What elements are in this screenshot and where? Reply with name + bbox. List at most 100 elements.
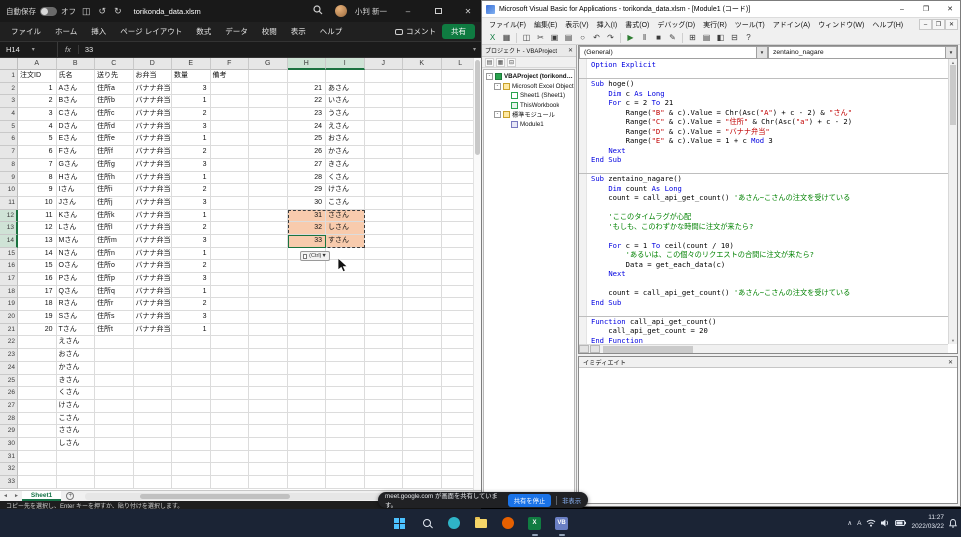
cell-D25[interactable]	[134, 375, 173, 388]
add-sheet-button[interactable]: +	[66, 492, 74, 500]
cell-B6[interactable]: Eさん	[57, 133, 96, 146]
cell-G33[interactable]	[249, 476, 288, 489]
row-header-22[interactable]: 22	[0, 336, 18, 349]
cell-G6[interactable]	[249, 133, 288, 146]
cell-B31[interactable]	[57, 451, 96, 464]
paste-options-button[interactable]: (Ctrl)▼	[300, 251, 330, 261]
cell-D20[interactable]: バナナ弁当	[134, 311, 173, 324]
row-header-29[interactable]: 29	[0, 425, 18, 438]
run-icon[interactable]: ▶	[624, 32, 637, 44]
cell-D23[interactable]	[134, 349, 173, 362]
cell-E31[interactable]	[172, 451, 211, 464]
cell-B25[interactable]: きさん	[57, 375, 96, 388]
cell-F27[interactable]	[211, 400, 250, 413]
row-header-15[interactable]: 15	[0, 248, 18, 261]
view-object-icon[interactable]: ▦	[496, 58, 505, 67]
cell-F16[interactable]	[211, 260, 250, 273]
cell-J12[interactable]	[365, 210, 404, 223]
cell-F10[interactable]	[211, 184, 250, 197]
cell-G31[interactable]	[249, 451, 288, 464]
redo-icon[interactable]: ↷	[604, 32, 617, 44]
chevron-down-icon[interactable]: ▾	[32, 46, 35, 53]
minimize-button[interactable]: –	[395, 0, 421, 22]
cell-H27[interactable]	[288, 400, 327, 413]
cell-C25[interactable]	[95, 375, 134, 388]
cell-D32[interactable]	[134, 463, 173, 476]
cell-D10[interactable]: バナナ弁当	[134, 184, 173, 197]
cell-A16[interactable]: 15	[18, 260, 57, 273]
cell-E10[interactable]: 2	[172, 184, 211, 197]
tray-caret-icon[interactable]: ∧	[847, 519, 852, 527]
cell-G7[interactable]	[249, 146, 288, 159]
cell-G3[interactable]	[249, 95, 288, 108]
menu-ファイル(F)[interactable]: ファイル(F)	[485, 20, 530, 30]
cell-D19[interactable]: バナナ弁当	[134, 298, 173, 311]
fx-icon[interactable]: fx	[58, 45, 79, 54]
cell-G29[interactable]	[249, 425, 288, 438]
notifications-bell-icon[interactable]	[949, 519, 957, 528]
cell-B28[interactable]: こさん	[57, 413, 96, 426]
cell-K30[interactable]	[403, 438, 442, 451]
cell-F6[interactable]	[211, 133, 250, 146]
cell-B26[interactable]: くさん	[57, 387, 96, 400]
cell-A10[interactable]: 9	[18, 184, 57, 197]
row-header-1[interactable]: 1	[0, 70, 18, 83]
cell-G2[interactable]	[249, 83, 288, 96]
cell-K15[interactable]	[403, 248, 442, 261]
cell-J25[interactable]	[365, 375, 404, 388]
row-header-6[interactable]: 6	[0, 133, 18, 146]
cell-E25[interactable]	[172, 375, 211, 388]
cell-J15[interactable]	[365, 248, 404, 261]
cell-D26[interactable]	[134, 387, 173, 400]
cell-K21[interactable]	[403, 324, 442, 337]
cell-C19[interactable]: 住所r	[95, 298, 134, 311]
cell-B3[interactable]: Bさん	[57, 95, 96, 108]
row-header-32[interactable]: 32	[0, 463, 18, 476]
cell-E17[interactable]: 3	[172, 273, 211, 286]
project-tree-item[interactable]: -Microsoft Excel Object	[484, 82, 574, 92]
cell-C9[interactable]: 住所h	[95, 172, 134, 185]
cell-G22[interactable]	[249, 336, 288, 349]
cell-D17[interactable]: バナナ弁当	[134, 273, 173, 286]
menu-アドイン(A)[interactable]: アドイン(A)	[769, 20, 814, 30]
cell-B7[interactable]: Fさん	[57, 146, 96, 159]
sheet-tab-sheet1[interactable]: Sheet1	[22, 491, 61, 501]
menu-表示(V)[interactable]: 表示(V)	[561, 20, 592, 30]
ribbon-tab-ホーム[interactable]: ホーム	[48, 26, 84, 37]
row-header-9[interactable]: 9	[0, 172, 18, 185]
cell-C20[interactable]: 住所s	[95, 311, 134, 324]
cell-E14[interactable]: 3	[172, 235, 211, 248]
cell-K26[interactable]	[403, 387, 442, 400]
cell-F13[interactable]	[211, 222, 250, 235]
cell-J3[interactable]	[365, 95, 404, 108]
cell-H33[interactable]	[288, 476, 327, 489]
code-vscroll-thumb[interactable]	[950, 65, 956, 125]
cell-F29[interactable]	[211, 425, 250, 438]
cell-J19[interactable]	[365, 298, 404, 311]
row-header-10[interactable]: 10	[0, 184, 18, 197]
row-header-18[interactable]: 18	[0, 286, 18, 299]
cell-B12[interactable]: Kさん	[57, 210, 96, 223]
cell-E8[interactable]: 3	[172, 159, 211, 172]
find-icon[interactable]: ○	[576, 32, 589, 44]
view-excel-icon[interactable]: X	[486, 32, 499, 44]
immediate-window-body[interactable]	[579, 368, 957, 503]
cell-C30[interactable]	[95, 438, 134, 451]
procedure-dropdown[interactable]: zentaino_nagare ▼	[768, 46, 957, 59]
cell-A17[interactable]: 16	[18, 273, 57, 286]
cell-J26[interactable]	[365, 387, 404, 400]
cell-G32[interactable]	[249, 463, 288, 476]
save-icon[interactable]: ◫	[80, 6, 93, 17]
ribbon-tab-表示[interactable]: 表示	[284, 26, 313, 37]
child-close-button[interactable]: ✕	[945, 19, 958, 30]
name-box[interactable]: H14 ▾	[0, 42, 58, 57]
cell-K14[interactable]	[403, 235, 442, 248]
cell-A26[interactable]	[18, 387, 57, 400]
row-header-2[interactable]: 2	[0, 83, 18, 96]
cell-E18[interactable]: 1	[172, 286, 211, 299]
cell-H16[interactable]	[288, 260, 327, 273]
cell-C27[interactable]	[95, 400, 134, 413]
cell-I11[interactable]: こさん	[326, 197, 365, 210]
cell-G19[interactable]	[249, 298, 288, 311]
column-header-H[interactable]: H	[288, 58, 327, 70]
